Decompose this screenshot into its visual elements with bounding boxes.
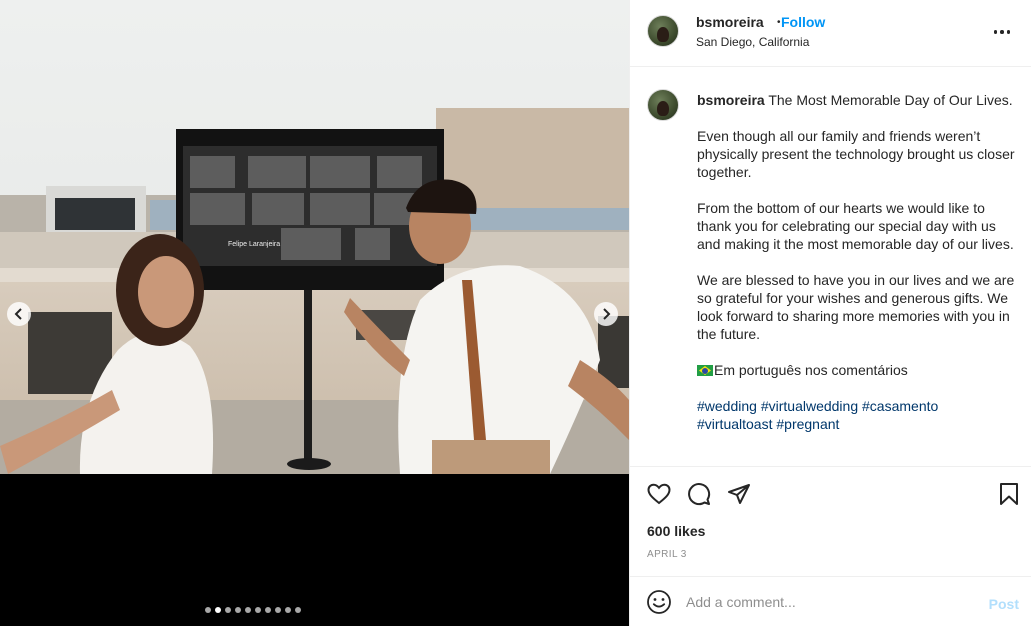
bookmark-icon	[1000, 483, 1018, 505]
post-media: Felipe Laranjeira	[0, 0, 629, 626]
caption-paragraph: We are blessed to have you in our lives …	[697, 272, 1015, 342]
caption-username[interactable]: bsmoreira	[697, 92, 765, 108]
post-actions: 600 likes APRIL 3	[630, 467, 1031, 577]
next-slide-button[interactable]	[594, 302, 618, 326]
paper-plane-icon	[728, 484, 750, 504]
brazil-flag-icon	[697, 365, 713, 376]
hashtag-link[interactable]: #casamento	[862, 398, 938, 414]
comment-button[interactable]	[686, 481, 712, 507]
heart-icon	[647, 483, 671, 505]
carousel-dot	[214, 607, 221, 613]
hashtag-link[interactable]: #virtualtoast	[697, 416, 772, 432]
username-link[interactable]: bsmoreira	[696, 14, 764, 30]
hashtag-link[interactable]: #pregnant	[776, 416, 839, 432]
portuguese-note: Em português nos comentários	[714, 362, 908, 378]
more-options-button[interactable]	[990, 22, 1014, 42]
post-date[interactable]: APRIL 3	[647, 549, 687, 560]
caption-paragraph: From the bottom of our hearts we would l…	[697, 200, 1014, 252]
hashtag-link[interactable]: #virtualwedding	[761, 398, 858, 414]
caption-text: bsmoreira The Most Memorable Day of Our …	[697, 91, 1023, 433]
share-button[interactable]	[726, 481, 752, 507]
carousel-dot	[204, 607, 211, 613]
comment-input[interactable]	[686, 589, 976, 615]
save-button[interactable]	[996, 481, 1022, 507]
separator-dot: •	[777, 17, 781, 28]
smiley-icon	[647, 590, 671, 614]
carousel-dot	[264, 607, 271, 613]
avatar[interactable]	[647, 89, 679, 121]
carousel-dot	[254, 607, 261, 613]
location-link[interactable]: San Diego, California	[696, 35, 809, 49]
carousel-dot	[244, 607, 251, 613]
caption-paragraph: Even though all our family and friends w…	[697, 128, 1015, 180]
hashtag-link[interactable]: #wedding	[697, 398, 757, 414]
avatar[interactable]	[647, 15, 679, 47]
caption-headline: The Most Memorable Day of Our Lives.	[764, 92, 1013, 108]
screen-name-label: Felipe Laranjeira	[228, 241, 280, 248]
comment-bar: Post	[630, 577, 1031, 626]
post-photo[interactable]: Felipe Laranjeira	[0, 0, 629, 474]
like-button[interactable]	[646, 481, 672, 507]
carousel-dot	[224, 607, 231, 613]
emoji-button[interactable]	[646, 589, 672, 615]
likes-count[interactable]: 600 likes	[647, 523, 705, 539]
wedding-photo-illustration: Felipe Laranjeira	[0, 0, 629, 474]
previous-slide-button[interactable]	[7, 302, 31, 326]
carousel-dot	[234, 607, 241, 613]
carousel-dot	[294, 607, 301, 613]
carousel-dot	[284, 607, 291, 613]
follow-button[interactable]: Follow	[781, 14, 825, 30]
post-caption: bsmoreira The Most Memorable Day of Our …	[630, 67, 1031, 467]
comment-icon	[688, 483, 711, 506]
more-icon	[993, 30, 998, 34]
carousel-indicator	[0, 607, 629, 613]
post-details-panel: bsmoreira • Follow San Diego, California…	[629, 0, 1031, 626]
post-comment-button[interactable]: Post	[989, 596, 1019, 612]
post-header: bsmoreira • Follow San Diego, California	[630, 0, 1031, 67]
carousel-dot	[274, 607, 281, 613]
chevron-right-icon	[603, 308, 611, 320]
chevron-left-icon	[14, 308, 22, 320]
